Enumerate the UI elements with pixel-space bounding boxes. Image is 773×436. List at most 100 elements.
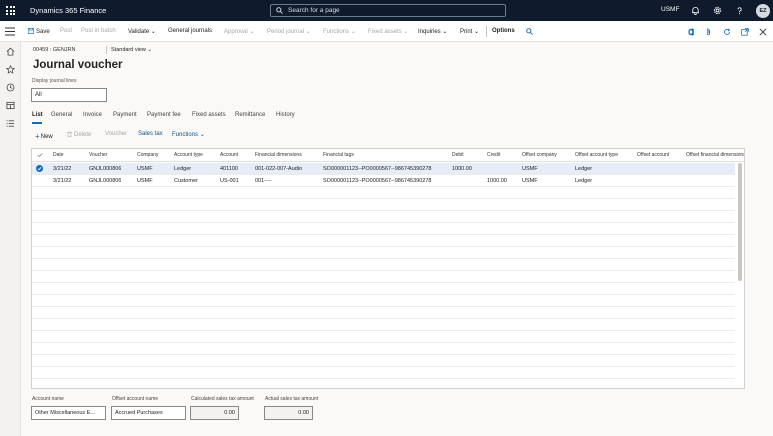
column-header-financial-dimensions[interactable]: Financial dimensions [255, 152, 302, 158]
attachment-icon[interactable] [703, 26, 714, 37]
tab-general[interactable]: General [51, 112, 72, 118]
post-button[interactable]: Post [60, 28, 72, 34]
modules-list-icon[interactable] [5, 118, 16, 129]
cell-credit[interactable]: 1000.00 [487, 178, 507, 184]
table-row[interactable] [32, 235, 735, 247]
app-launcher-button[interactable] [0, 0, 21, 21]
tab-remittance[interactable]: Remittance [235, 112, 265, 118]
print-menu[interactable]: Print ⌄ [460, 28, 479, 35]
cell-voucher[interactable]: GNJL000806 [89, 166, 121, 172]
tab-payment-fee[interactable]: Payment fee [147, 112, 181, 118]
cell-company[interactable]: USMF [137, 178, 153, 184]
column-header-financial-tags[interactable]: Financial tags [323, 152, 354, 158]
column-header-offset-account[interactable]: Offset account [637, 152, 669, 158]
office-icon[interactable] [685, 26, 696, 37]
options-tab[interactable]: Options [492, 28, 515, 34]
view-selector[interactable]: Standard view ⌄ [111, 47, 152, 53]
sales-tax-button[interactable]: Sales tax [138, 131, 163, 137]
grid-functions-menu[interactable]: Functions ⌄ [172, 131, 205, 138]
cell-debit[interactable]: 1000.00 [452, 166, 472, 172]
table-row[interactable] [32, 355, 735, 367]
avatar[interactable]: EZ [756, 4, 770, 18]
cell-date[interactable]: 3/21/22 [53, 178, 71, 184]
approval-menu[interactable]: Approval ⌄ [224, 28, 254, 35]
table-row[interactable] [32, 223, 735, 235]
delete-button[interactable]: Delete [67, 131, 91, 138]
clock-icon[interactable] [5, 82, 16, 93]
column-header-company[interactable]: Company [137, 152, 158, 158]
workspaces-icon[interactable] [5, 100, 16, 111]
table-row[interactable] [32, 259, 735, 271]
cell-voucher[interactable]: GNJL000806 [89, 178, 121, 184]
app-title[interactable]: Dynamics 365 Finance [30, 6, 106, 15]
company-picker[interactable]: USMF [661, 6, 679, 13]
functions-menu[interactable]: Functions ⌄ [323, 28, 356, 35]
refresh-icon[interactable] [721, 26, 732, 37]
new-button[interactable]: +New [35, 131, 53, 141]
table-row[interactable] [32, 343, 735, 355]
search-box[interactable]: Search for a page [270, 4, 506, 17]
fixed-assets-menu[interactable]: Fixed assets ⌄ [368, 28, 408, 35]
cell-account-type[interactable]: Customer [174, 178, 198, 184]
save-button[interactable]: Save [28, 28, 50, 35]
inquiries-menu[interactable]: Inquiries ⌄ [418, 28, 447, 35]
table-row[interactable]: 3/21/22 GNJL000806 USMF Ledger 401100 00… [32, 163, 735, 175]
period-journal-menu[interactable]: Period journal ⌄ [267, 28, 311, 35]
cell-financial-tags[interactable]: SO000001123--PO0000567--986745390278 [323, 178, 448, 184]
validate-menu[interactable]: Validate ⌄ [128, 28, 156, 35]
tab-history[interactable]: History [276, 112, 295, 118]
vertical-scrollbar[interactable] [738, 163, 742, 281]
row-selected-checkmark-icon[interactable] [36, 165, 43, 172]
cell-offset-company[interactable]: USMF [522, 178, 538, 184]
cell-company[interactable]: USMF [137, 166, 153, 172]
search-icon[interactable] [524, 26, 535, 37]
voucher-button[interactable]: Voucher [105, 131, 127, 137]
table-row[interactable] [32, 319, 735, 331]
tab-list[interactable]: List [32, 112, 43, 118]
tab-payment[interactable]: Payment [113, 112, 137, 118]
table-row[interactable] [32, 367, 735, 379]
select-all-checkmark-icon[interactable] [37, 152, 43, 160]
table-row[interactable] [32, 247, 735, 259]
cell-account[interactable]: US-001 [220, 178, 239, 184]
table-row[interactable] [32, 211, 735, 223]
cell-financial-dimensions[interactable]: 001---- [255, 178, 319, 184]
column-header-date[interactable]: Date [53, 152, 64, 158]
help-icon[interactable] [734, 5, 745, 16]
table-row[interactable] [32, 271, 735, 283]
actual-sales-tax-field[interactable]: 0.00 [264, 406, 313, 420]
bell-icon[interactable] [690, 5, 701, 16]
table-row[interactable] [32, 187, 735, 199]
open-in-new-window-icon[interactable] [739, 26, 750, 37]
table-row[interactable] [32, 295, 735, 307]
cell-financial-tags[interactable]: SO000001123--PO0000567--986745390278 [323, 166, 448, 172]
table-row[interactable]: 3/21/22 GNJL000806 USMF Customer US-001 … [32, 175, 735, 187]
account-name-field[interactable]: Other Miscellaneous E... [31, 406, 106, 420]
column-header-offset-company[interactable]: Offset company [522, 152, 557, 158]
column-header-offset-account-type[interactable]: Offset account type [575, 152, 618, 158]
home-icon[interactable] [5, 46, 16, 57]
tab-fixed-assets[interactable]: Fixed assets [192, 112, 226, 118]
general-journals-button[interactable]: General journals [168, 28, 212, 34]
column-header-credit[interactable]: Credit [487, 152, 500, 158]
table-row[interactable] [32, 283, 735, 295]
column-header-account-type[interactable]: Account type [174, 152, 203, 158]
cell-account-type[interactable]: Ledger [174, 166, 191, 172]
tab-invoice[interactable]: Invoice [83, 112, 102, 118]
table-row[interactable] [32, 307, 735, 319]
display-journal-lines-select[interactable]: All [31, 88, 107, 102]
column-header-offset-financial-dimensions[interactable]: Offset financial dimensions [686, 152, 744, 158]
close-icon[interactable] [757, 26, 768, 37]
table-row[interactable] [32, 199, 735, 211]
offset-account-name-field[interactable]: Accrued Purchases [111, 406, 186, 420]
hamburger-icon[interactable] [5, 27, 15, 38]
cell-date[interactable]: 3/21/22 [53, 166, 71, 172]
cell-offset-account-type[interactable]: Ledger [575, 166, 592, 172]
column-header-account[interactable]: Account [220, 152, 238, 158]
column-header-debit[interactable]: Debit [452, 152, 464, 158]
cell-financial-dimensions[interactable]: 001-022-007-Audio [255, 166, 319, 172]
star-icon[interactable] [5, 64, 16, 75]
cell-account[interactable]: 401100 [220, 166, 238, 172]
post-in-batch-button[interactable]: Post in batch [81, 28, 116, 34]
cell-offset-account-type[interactable]: Ledger [575, 178, 592, 184]
